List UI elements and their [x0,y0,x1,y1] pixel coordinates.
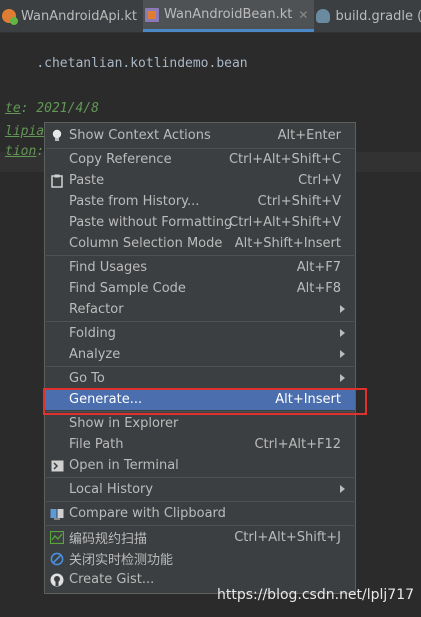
code-line-package: .chetanlian.kotlindemo.bean [36,56,248,71]
compare-icon [49,506,65,521]
kotlin-class-icon [2,9,18,25]
menu-separator [46,321,354,322]
menu-item-go-to[interactable]: Go To [45,368,355,389]
menu-item-disable-realtime-check[interactable]: 关闭实时检测功能 [45,548,355,569]
code-scan-icon [49,530,65,545]
editor-tab-bar: WanAndroidApi.kt WanAndroidBean.kt ✕ bui… [0,0,421,33]
menu-item-refactor[interactable]: Refactor [45,299,355,320]
tab-wanandroidbean[interactable]: WanAndroidBean.kt ✕ [143,0,315,32]
tab-label: WanAndroidBean.kt [164,7,293,22]
code-line-description: tion: [5,144,45,159]
watermark-text: https://blog.csdn.net/lplj717 [217,587,415,603]
clipboard-icon [49,173,65,188]
editor-context-menu: Show Context Actions Alt+Enter Copy Refe… [44,122,356,594]
lightbulb-icon [49,128,65,143]
menu-item-paste[interactable]: Paste Ctrl+V [45,170,355,191]
menu-item-show-context-actions[interactable]: Show Context Actions Alt+Enter [45,125,355,146]
menu-separator [46,501,354,502]
annotation-highlight-box [43,388,367,415]
kotlin-file-icon [145,7,160,22]
tab-label: WanAndroidApi.kt [21,8,138,24]
tab-build-gradle[interactable]: build.gradle (: [314,0,421,32]
menu-item-show-in-explorer[interactable]: Show in Explorer [45,413,355,434]
menu-item-file-path[interactable]: File Path Ctrl+Alt+F12 [45,434,355,455]
menu-item-code-scan[interactable]: 编码规约扫描 Ctrl+Alt+Shift+J [45,527,355,548]
menu-separator [46,525,354,526]
menu-item-folding[interactable]: Folding [45,323,355,344]
menu-item-paste-without-formatting[interactable]: Paste without Formatting Ctrl+Alt+Shift+… [45,212,355,233]
menu-separator [46,255,354,256]
submenu-arrow-icon [340,374,345,382]
gradle-icon [316,9,331,23]
menu-item-find-sample-code[interactable]: Find Sample Code Alt+F8 [45,278,355,299]
menu-item-find-usages[interactable]: Find Usages Alt+F7 [45,257,355,278]
submenu-arrow-icon [340,350,345,358]
menu-item-column-selection-mode[interactable]: Column Selection Mode Alt+Shift+Insert [45,233,355,254]
menu-item-paste-from-history[interactable]: Paste from History... Ctrl+Shift+V [45,191,355,212]
menu-item-copy-reference[interactable]: Copy Reference Ctrl+Alt+Shift+C [45,149,355,170]
code-line-date: te: 2021/4/8 [5,101,99,116]
disable-icon [49,551,65,566]
menu-separator [46,477,354,478]
menu-item-analyze[interactable]: Analyze [45,344,355,365]
close-icon[interactable]: ✕ [298,8,308,22]
tab-label: build.gradle (: [335,8,421,24]
submenu-arrow-icon [340,485,345,493]
menu-item-local-history[interactable]: Local History [45,479,355,500]
github-icon [49,572,65,587]
menu-item-compare-with-clipboard[interactable]: Compare with Clipboard [45,503,355,524]
submenu-arrow-icon [340,329,345,337]
menu-item-open-in-terminal[interactable]: Open in Terminal [45,455,355,476]
terminal-icon [49,458,65,473]
tab-wanandroidapi[interactable]: WanAndroidApi.kt [0,0,143,32]
submenu-arrow-icon [340,305,345,313]
menu-separator [46,366,354,367]
